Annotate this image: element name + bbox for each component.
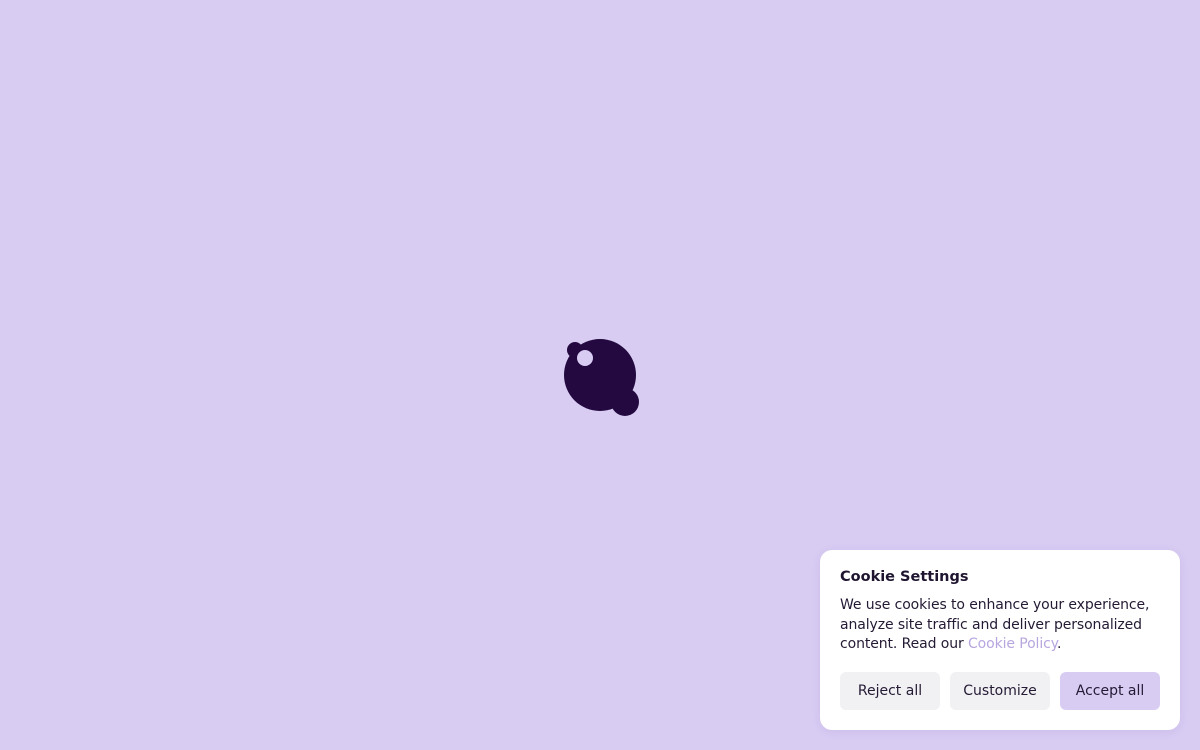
brand-logo-icon (560, 336, 644, 420)
cookie-banner-title: Cookie Settings (840, 569, 969, 585)
customize-button[interactable]: Customize (950, 672, 1050, 710)
reject-all-button[interactable]: Reject all (840, 672, 940, 710)
cookie-banner-description: We use cookies to enhance your experienc… (840, 596, 1160, 655)
cookie-banner-actions: Reject all Customize Accept all (840, 672, 1160, 710)
accept-all-button[interactable]: Accept all (1060, 672, 1160, 710)
cookie-banner: Cookie Settings We use cookies to enhanc… (820, 550, 1180, 730)
cookie-policy-link[interactable]: Cookie Policy (968, 636, 1057, 652)
cookie-banner-period: . (1056, 636, 1062, 652)
